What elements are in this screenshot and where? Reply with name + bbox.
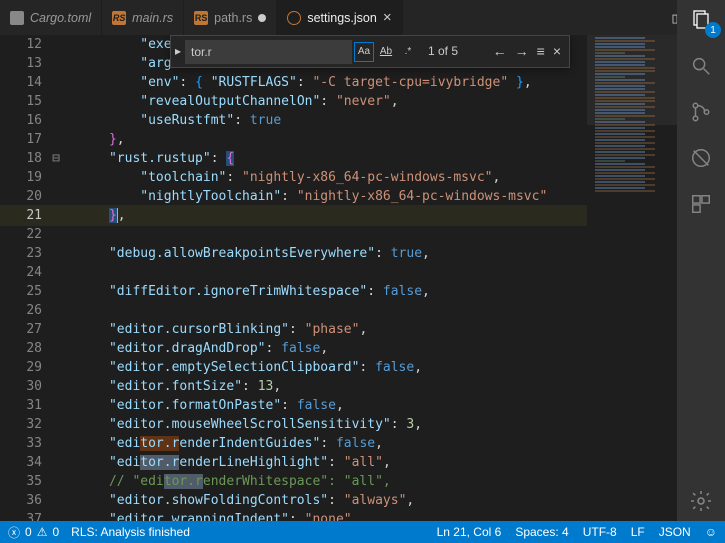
close-find-icon[interactable]: × [553, 42, 561, 61]
find-widget: ▸ Aa Ab .* 1 of 5 ← → ≡ × [170, 35, 570, 68]
code-line[interactable]: 27 "editor.cursorBlinking": "phase", [0, 320, 677, 339]
code-line[interactable]: 26 [0, 301, 677, 320]
tab-bar: Cargo.toml RS main.rs RS path.rs setting… [0, 0, 725, 35]
tab-label: path.rs [214, 11, 252, 25]
activity-bar: 1 [677, 0, 725, 543]
code-line[interactable]: 36 "editor.showFoldingControls": "always… [0, 491, 677, 510]
code-line[interactable]: 14 "env": { "RUSTFLAGS": "-C target-cpu=… [0, 73, 677, 92]
code-line[interactable]: 33 "editor.renderIndentGuides": false, [0, 434, 677, 453]
tab-label: settings.json [307, 11, 376, 25]
code-line[interactable]: 29 "editor.emptySelectionClipboard": fal… [0, 358, 677, 377]
code-line[interactable]: 24 [0, 263, 677, 282]
error-icon: ⓧ [8, 524, 20, 541]
code-line[interactable]: 35 // "editor.renderWhitespace": "all", [0, 472, 677, 491]
explorer-badge: 1 [705, 22, 721, 38]
code-line[interactable]: 17 }, [0, 130, 677, 149]
regex-toggle[interactable]: .* [398, 42, 418, 62]
tab-main-rs[interactable]: RS main.rs [102, 0, 184, 35]
rls-status[interactable]: RLS: Analysis finished [71, 525, 190, 539]
feedback-icon[interactable]: ☺ [705, 525, 717, 539]
rust-crate-icon [10, 11, 24, 25]
code-line[interactable]: 19 "toolchain": "nightly-x86_64-pc-windo… [0, 168, 677, 187]
editor-area[interactable]: 12 "execu13 "args"14 "env": { "RUSTFLAGS… [0, 35, 677, 521]
whole-word-toggle[interactable]: Ab [376, 42, 396, 62]
encoding-status[interactable]: UTF-8 [583, 525, 617, 539]
code-line[interactable]: 32 "editor.mouseWheelScrollSensitivity":… [0, 415, 677, 434]
search-icon[interactable] [689, 54, 713, 78]
close-icon[interactable]: × [383, 9, 392, 26]
cursor-position[interactable]: Ln 21, Col 6 [437, 525, 502, 539]
code-line[interactable]: 23 "debug.allowBreakpointsEverywhere": t… [0, 244, 677, 263]
code-line[interactable]: 30 "editor.fontSize": 13, [0, 377, 677, 396]
next-match-icon[interactable]: → [515, 42, 529, 61]
code-line[interactable]: 16 "useRustfmt": true [0, 111, 677, 130]
toggle-replace-icon[interactable]: ▸ [171, 42, 185, 61]
find-input[interactable] [185, 40, 352, 64]
dirty-indicator-icon [258, 14, 266, 22]
code-line[interactable]: 37 "editor.wrappingIndent": "none", [0, 510, 677, 521]
tab-path-rs[interactable]: RS path.rs [184, 0, 277, 35]
tab-settings-json[interactable]: settings.json × [277, 0, 402, 35]
code-line[interactable]: 20 "nightlyToolchain": "nightly-x86_64-p… [0, 187, 677, 206]
find-in-selection-icon[interactable]: ≡ [537, 42, 545, 61]
rust-file-icon: RS [194, 11, 208, 25]
code-line[interactable]: 31 "editor.formatOnPaste": false, [0, 396, 677, 415]
code-line[interactable]: 28 "editor.dragAndDrop": false, [0, 339, 677, 358]
code-line[interactable]: 15 "revealOutputChannelOn": "never", [0, 92, 677, 111]
code-line[interactable]: 25 "diffEditor.ignoreTrimWhitespace": fa… [0, 282, 677, 301]
match-count: 1 of 5 [428, 42, 458, 61]
match-case-toggle[interactable]: Aa [354, 42, 374, 62]
tab-cargo-toml[interactable]: Cargo.toml [0, 0, 102, 35]
code-line[interactable]: 18⊟ "rust.rustup": { [0, 149, 677, 168]
code-line[interactable]: 22 [0, 225, 677, 244]
code-line[interactable]: 21 }, [0, 206, 677, 225]
code-line[interactable]: 34 "editor.renderLineHighlight": "all", [0, 453, 677, 472]
rust-file-icon: RS [112, 11, 126, 25]
settings-file-icon [287, 11, 301, 25]
debug-icon[interactable] [689, 146, 713, 170]
tab-label: Cargo.toml [30, 11, 91, 25]
settings-gear-icon[interactable] [689, 489, 713, 513]
indentation-status[interactable]: Spaces: 4 [515, 525, 568, 539]
extensions-icon[interactable] [689, 192, 713, 216]
status-bar: ⓧ0 ⚠0 RLS: Analysis finished Ln 21, Col … [0, 521, 725, 543]
prev-match-icon[interactable]: ← [493, 42, 507, 61]
problems-status[interactable]: ⓧ0 ⚠0 [8, 524, 59, 541]
language-status[interactable]: JSON [659, 525, 691, 539]
warning-icon: ⚠ [37, 525, 48, 539]
tab-label: main.rs [132, 11, 173, 25]
eol-status[interactable]: LF [631, 525, 645, 539]
source-control-icon[interactable] [689, 100, 713, 124]
